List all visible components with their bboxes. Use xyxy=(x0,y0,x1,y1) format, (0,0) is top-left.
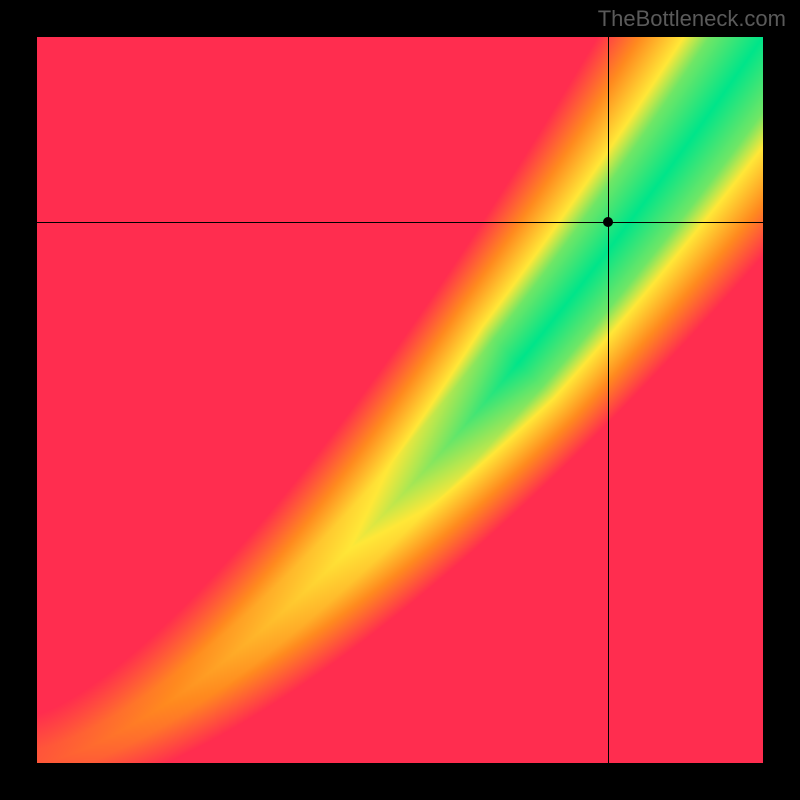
crosshair-vertical xyxy=(608,37,609,763)
heatmap-canvas xyxy=(37,37,763,763)
watermark-text: TheBottleneck.com xyxy=(598,6,786,32)
heatmap-plot xyxy=(37,37,763,763)
crosshair-horizontal xyxy=(37,222,763,223)
